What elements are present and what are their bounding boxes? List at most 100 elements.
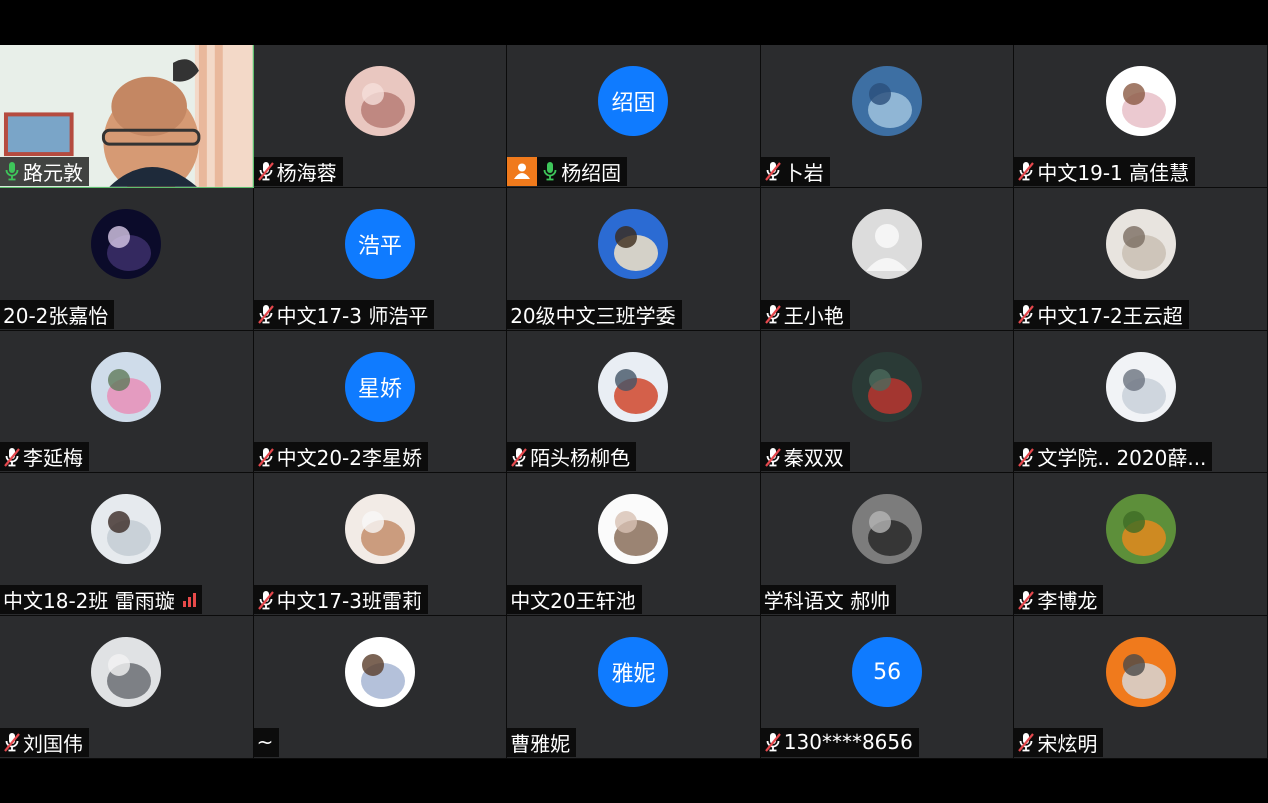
avatar (344, 637, 415, 708)
participant-tile[interactable]: 星娇中文20-2李星娇 (253, 330, 508, 474)
avatar (91, 637, 162, 708)
participant-tile[interactable]: 中文18-2班 雷雨璇 (0, 473, 254, 617)
participant-name: 曹雅妮 (510, 731, 571, 756)
name-bar: 秦双双 (760, 442, 850, 472)
name-bar: 中文20王轩池 (507, 585, 642, 615)
name-bar: 杨绍固 (507, 156, 628, 186)
signal-strength-icon (182, 592, 196, 607)
avatar (344, 66, 415, 136)
name-bar: 中文17-3 师浩平 (253, 299, 435, 329)
participant-tile[interactable]: 雅妮曹雅妮 (507, 616, 761, 759)
participant-tile[interactable]: 李延梅 (0, 330, 254, 474)
name-bar: 杨海蓉 (253, 156, 343, 186)
participant-name: 卜岩 (783, 160, 824, 185)
mic-muted-icon (1017, 446, 1035, 468)
mic-muted-icon (257, 446, 275, 468)
avatar (1105, 494, 1176, 565)
mic-on-icon (541, 160, 559, 182)
mic-muted-icon (1017, 589, 1035, 611)
participant-tile[interactable]: 中文19-1 高佳慧 (1014, 45, 1268, 188)
participant-tile[interactable]: 学科语文 郝帅 (760, 473, 1015, 617)
participant-name: ~ (256, 730, 274, 755)
mic-muted-icon (1017, 303, 1035, 325)
participant-name: 杨海蓉 (276, 160, 337, 185)
avatar-initials: 浩平 (344, 208, 415, 279)
participant-tile[interactable]: 刘国伟 (0, 616, 254, 759)
name-bar: 刘国伟 (0, 727, 89, 757)
avatar (598, 351, 669, 422)
avatar (344, 494, 415, 565)
participant-name: 李博龙 (1037, 589, 1098, 614)
participant-name: 学科语文 郝帅 (763, 589, 891, 614)
mic-muted-icon (3, 446, 21, 468)
participant-tile[interactable]: 杨海蓉 (253, 45, 508, 188)
participant-name: 中文20王轩池 (510, 589, 636, 614)
name-bar: 王小艳 (760, 299, 850, 329)
avatar-initials: 雅妮 (598, 637, 669, 708)
participant-tile[interactable]: ~ (253, 616, 508, 759)
mic-muted-icon (764, 446, 782, 468)
avatar-initials: 56 (852, 637, 923, 708)
participant-tile[interactable]: 文学院.. 2020薛... (1014, 330, 1268, 474)
avatar (852, 208, 923, 279)
participant-tile[interactable]: 路元敦 (0, 45, 254, 188)
participant-name: 中文18-2班 雷雨璇 (3, 589, 175, 614)
name-bar: ~ (253, 727, 280, 757)
name-bar: 20-2张嘉怡 (0, 299, 115, 329)
participant-tile[interactable]: 浩平中文17-3 师浩平 (253, 187, 508, 331)
name-bar: 中文17-3班雷莉 (253, 585, 428, 615)
avatar (598, 494, 669, 565)
participant-tile[interactable]: 宋炫明 (1014, 616, 1268, 759)
name-bar: 130****8656 (760, 727, 919, 757)
signal-bar (187, 596, 191, 607)
name-bar: 20级中文三班学委 (507, 299, 682, 329)
participant-tile[interactable]: 李博龙 (1014, 473, 1268, 617)
participant-name: 中文17-3 师浩平 (276, 303, 429, 328)
participant-name: 20-2张嘉怡 (3, 303, 109, 328)
participant-name: 王小艳 (783, 303, 844, 328)
participant-name: 刘国伟 (23, 731, 83, 756)
participant-tile[interactable]: 王小艳 (760, 187, 1015, 331)
signal-bar (192, 592, 196, 607)
participant-name: 宋炫明 (1037, 731, 1098, 756)
mic-muted-icon (3, 731, 21, 753)
avatar (1105, 637, 1176, 708)
participant-tile[interactable]: 中文17-3班雷莉 (253, 473, 508, 617)
name-bar: 路元敦 (0, 156, 89, 186)
mic-muted-icon (764, 731, 782, 753)
participant-tile[interactable]: 20-2张嘉怡 (0, 187, 254, 331)
participant-name: 中文17-2王云超 (1037, 303, 1183, 328)
participant-tile[interactable]: 秦双双 (760, 330, 1015, 474)
participant-name: 中文19-1 高佳慧 (1037, 160, 1190, 185)
participant-tile[interactable]: 56 130****8656 (760, 616, 1015, 759)
participant-name: 杨绍固 (561, 160, 622, 185)
name-bar: 李博龙 (1014, 585, 1104, 615)
mic-muted-icon (1017, 160, 1035, 182)
avatar (598, 208, 669, 279)
name-bar: 学科语文 郝帅 (760, 585, 897, 615)
participant-name: 陌头杨柳色 (530, 446, 631, 471)
mic-muted-icon (764, 303, 782, 325)
mic-on-icon (3, 160, 21, 182)
participant-name: 中文17-3班雷莉 (276, 589, 422, 614)
participant-tile[interactable]: 中文17-2王云超 (1014, 187, 1268, 331)
host-person-icon (507, 156, 538, 186)
participant-tile[interactable]: 陌头杨柳色 (507, 330, 761, 474)
mic-muted-icon (1017, 731, 1035, 753)
avatar (1105, 351, 1176, 422)
participant-name: 中文20-2李星娇 (276, 446, 422, 471)
participant-tile[interactable]: 中文20王轩池 (507, 473, 761, 617)
name-bar: 中文18-2班 雷雨璇 (0, 585, 202, 615)
avatar (852, 494, 923, 565)
mic-muted-icon (257, 303, 275, 325)
avatar-initials: 星娇 (344, 351, 415, 422)
avatar (91, 208, 162, 279)
participant-tile[interactable]: 20级中文三班学委 (507, 187, 761, 331)
participant-tile[interactable]: 卜岩 (760, 45, 1015, 188)
name-bar: 曹雅妮 (507, 727, 577, 757)
avatar (852, 66, 923, 136)
name-bar: 中文20-2李星娇 (253, 442, 428, 472)
name-bar: 陌头杨柳色 (507, 442, 637, 472)
name-bar: 中文19-1 高佳慧 (1014, 156, 1196, 186)
participant-tile[interactable]: 绍固 杨绍固 (507, 45, 761, 188)
